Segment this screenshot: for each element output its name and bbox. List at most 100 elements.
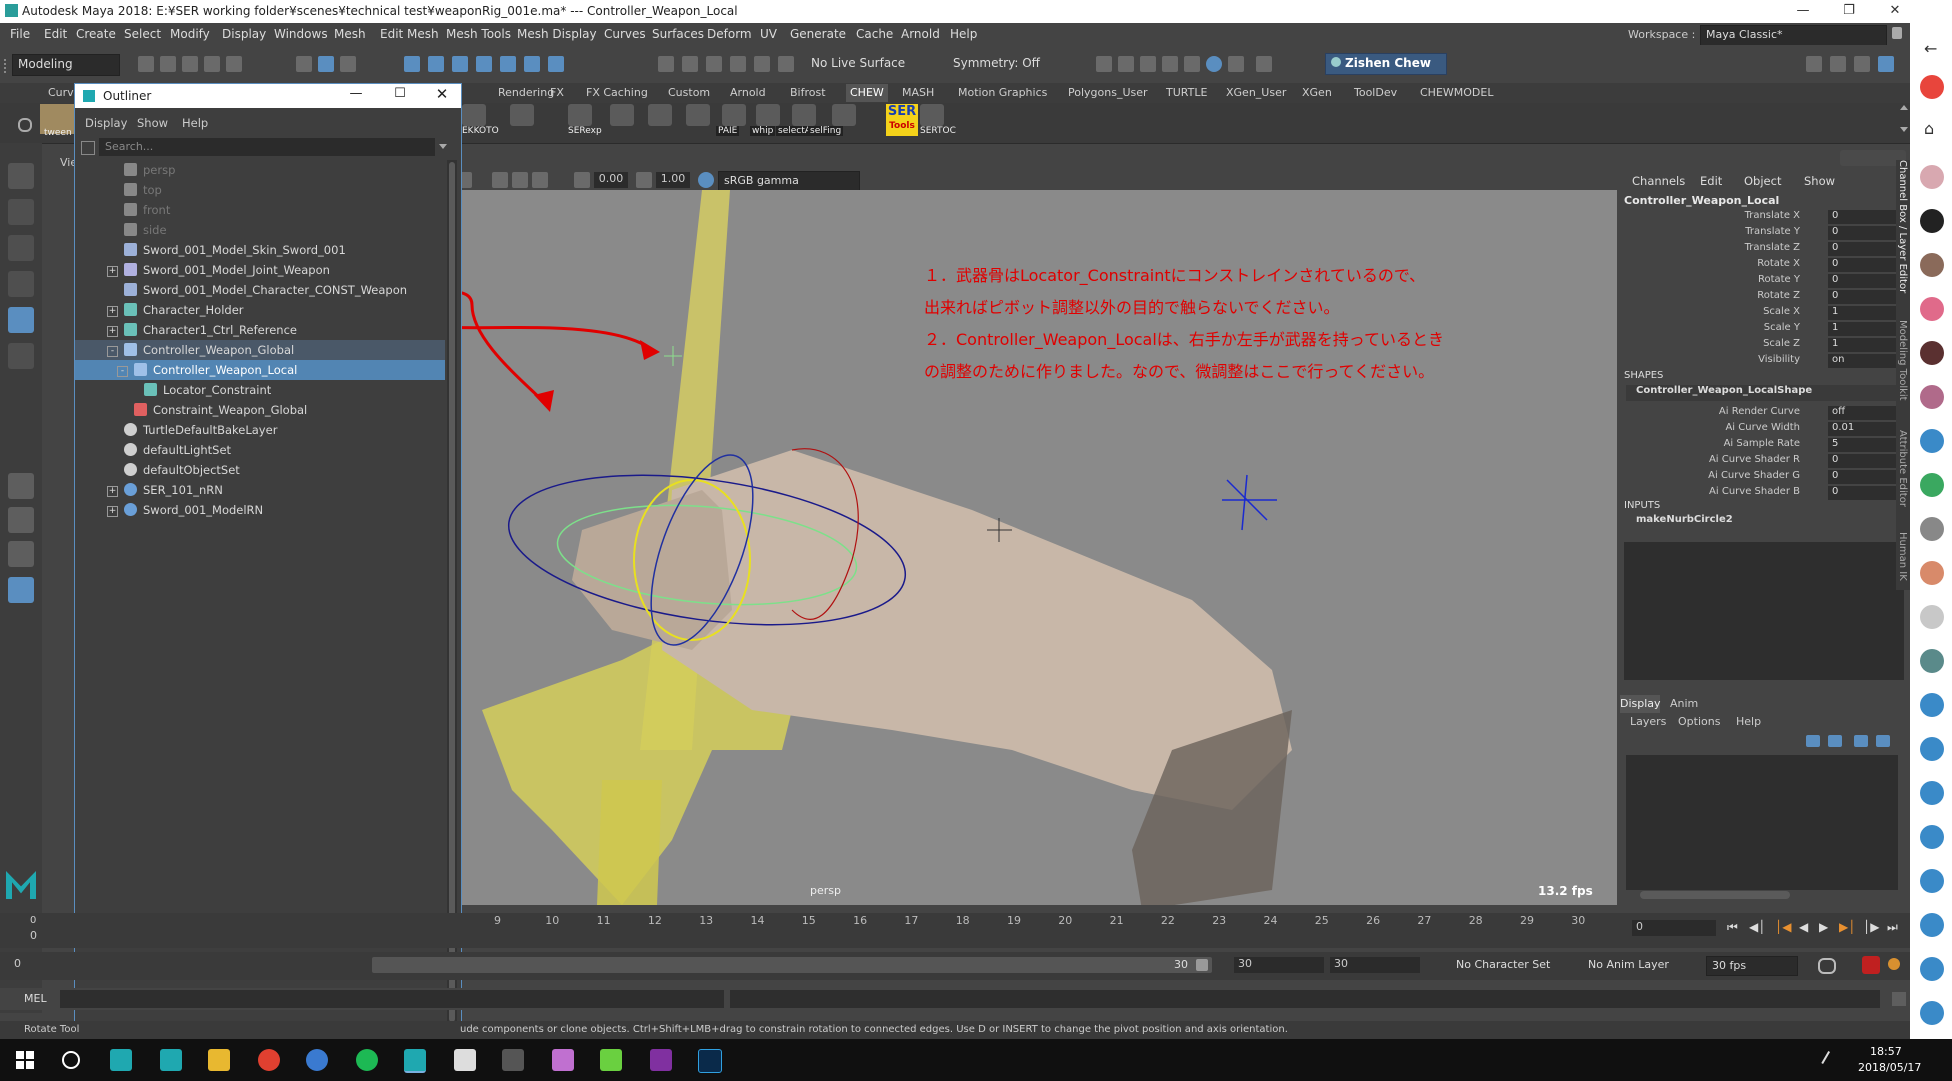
go-to-start-icon[interactable]: ⏮ <box>1727 920 1738 935</box>
search-icon[interactable] <box>62 1051 80 1069</box>
hypershade-icon[interactable] <box>1184 56 1200 72</box>
scale-tool-icon[interactable] <box>8 343 34 369</box>
sidebar-avatar-14[interactable] <box>1920 737 1944 761</box>
lasso-tool-icon[interactable] <box>8 199 34 225</box>
restore-button[interactable]: ❐ <box>1826 0 1872 23</box>
channel-value[interactable]: 1 <box>1828 306 1902 320</box>
xray-icon[interactable] <box>512 172 528 188</box>
live-surface-field[interactable]: No Live Surface <box>806 54 926 74</box>
outliner-scrollbar-thumb[interactable] <box>449 162 455 1022</box>
menu-modify[interactable]: Modify <box>170 27 210 41</box>
expand-toggle-icon[interactable]: - <box>117 366 128 377</box>
shelf-scroll-up-icon[interactable] <box>1900 105 1908 110</box>
shelf-tab-turtle[interactable]: TURTLE <box>1166 86 1207 99</box>
outliner-item[interactable]: - Controller_Weapon_Global <box>75 340 445 360</box>
play-backward-icon[interactable]: ◀ <box>1799 920 1808 934</box>
maya-taskbar-icon-1[interactable] <box>110 1049 132 1071</box>
exposure-icon[interactable] <box>574 172 590 188</box>
outliner-scrollbar[interactable] <box>447 160 457 1040</box>
channel-row[interactable]: Ai Sample Rate 5 <box>1620 438 1910 454</box>
layer-move-down-icon[interactable] <box>1828 735 1842 747</box>
shelf-tool-icon-6[interactable] <box>686 104 710 126</box>
outliner-item[interactable]: + Sword_001_ModelRN <box>75 500 445 520</box>
channel-row[interactable]: Ai Render Curve off <box>1620 406 1910 422</box>
range-start-field[interactable]: 0 <box>14 957 54 973</box>
select-component-icon[interactable] <box>340 56 356 72</box>
range-end-field[interactable]: 30 <box>1234 957 1324 973</box>
browser-icon[interactable] <box>306 1049 328 1071</box>
shelf-tab-tooldev[interactable]: ToolDev <box>1354 86 1397 99</box>
sidebar-app-logo-icon[interactable] <box>1920 75 1944 99</box>
snap-live-icon[interactable] <box>524 56 540 72</box>
snap-help-icon[interactable] <box>548 56 564 72</box>
file-explorer-icon[interactable] <box>208 1049 230 1071</box>
tab-attribute-editor[interactable]: Attribute Editor <box>1897 430 1908 507</box>
modeling-toolkit-icon[interactable] <box>1806 56 1822 72</box>
shelf-tab-custom[interactable]: Custom <box>668 86 710 99</box>
outliner-item[interactable]: TurtleDefaultBakeLayer <box>75 420 445 440</box>
outliner-item[interactable]: Locator_Constraint <box>75 380 445 400</box>
cb-menu-show[interactable]: Show <box>1804 174 1835 188</box>
menu-mesh-display[interactable]: Mesh Display <box>517 27 597 41</box>
shelf-tab-mash[interactable]: MASH <box>902 86 934 99</box>
current-frame-field[interactable]: 0 <box>1632 920 1716 936</box>
menu-curves[interactable]: Curves <box>604 27 646 41</box>
lock-icon[interactable] <box>1892 27 1902 39</box>
auto-key-icon[interactable] <box>1862 956 1880 974</box>
expand-toggle-icon[interactable]: + <box>107 326 118 337</box>
shelf-tool-icon-9[interactable] <box>792 104 816 126</box>
magnet-icon[interactable] <box>730 56 746 72</box>
uv-select-icon[interactable] <box>706 56 722 72</box>
outliner-item[interactable]: side <box>75 220 445 240</box>
channel-box-toggle-icon[interactable] <box>1878 56 1894 72</box>
cb-input-name[interactable]: makeNurbCircle2 <box>1636 514 1733 525</box>
channel-value[interactable]: 0 <box>1828 242 1902 256</box>
shelf-tool-icon-10[interactable] <box>832 104 856 126</box>
channel-row[interactable]: Rotate X 0 <box>1620 258 1910 274</box>
outliner-maximize-button[interactable]: ☐ <box>385 86 415 101</box>
sidebar-avatar-17[interactable] <box>1920 869 1944 893</box>
shelf-tab-bifrost[interactable]: Bifrost <box>790 86 826 99</box>
mel-label[interactable]: MEL <box>24 992 47 1005</box>
channel-value[interactable]: 0.01 <box>1828 422 1902 436</box>
save-scene-icon[interactable] <box>182 56 198 72</box>
select-tool-icon[interactable] <box>8 163 34 189</box>
shelf-settings-icon[interactable] <box>18 118 32 132</box>
color-space-dropdown[interactable]: sRGB gamma <box>718 171 860 191</box>
menu-select[interactable]: Select <box>124 27 161 41</box>
fps-dropdown[interactable]: 30 fps <box>1706 956 1798 976</box>
channel-value[interactable]: 0 <box>1828 274 1902 288</box>
range-end-field-2[interactable]: 30 <box>1330 957 1420 973</box>
chat-icon[interactable] <box>600 1049 622 1071</box>
shelf-tab-fx[interactable]: FX <box>550 86 564 99</box>
expand-toggle-icon[interactable]: + <box>107 506 118 517</box>
viewport-persp[interactable]: １．武器骨はLocator_Constraintにコンストレインされているので、… <box>372 190 1617 905</box>
sidebar-avatar-16[interactable] <box>1920 825 1944 849</box>
select-object-icon[interactable] <box>318 56 334 72</box>
menu-mesh[interactable]: Mesh <box>334 27 366 41</box>
cb-menu-object[interactable]: Object <box>1744 174 1781 188</box>
character-set-dropdown[interactable]: No Character Set <box>1456 958 1550 971</box>
tool-settings-icon[interactable] <box>1854 56 1870 72</box>
channel-row[interactable]: Rotate Y 0 <box>1620 274 1910 290</box>
symmetry-dropdown[interactable]: Symmetry: Off <box>948 54 1068 74</box>
layer-tab-display[interactable]: Display <box>1620 695 1661 713</box>
channel-row[interactable]: Translate X 0 <box>1620 210 1910 226</box>
sidebar-avatar-10[interactable] <box>1920 561 1944 585</box>
open-scene-icon[interactable] <box>160 56 176 72</box>
expand-toggle-icon[interactable]: - <box>107 346 118 357</box>
range-slider[interactable]: 30 <box>372 957 1212 973</box>
sidebar-back-icon[interactable]: ← <box>1924 39 1937 58</box>
onenote-icon[interactable] <box>650 1049 672 1071</box>
ipr-render-icon[interactable] <box>1140 56 1156 72</box>
tab-modeling-toolkit[interactable]: Modeling Toolkit <box>1897 320 1908 401</box>
outliner-item[interactable]: defaultObjectSet <box>75 460 445 480</box>
new-scene-icon[interactable] <box>138 56 154 72</box>
pivot-icon[interactable] <box>778 56 794 72</box>
cb-object-name[interactable]: Controller_Weapon_Local <box>1624 194 1779 207</box>
maya-active-icon[interactable] <box>404 1049 426 1073</box>
outliner-item[interactable]: front <box>75 200 445 220</box>
channel-value[interactable]: 1 <box>1828 322 1902 336</box>
two-pane-layout-icon[interactable] <box>8 541 34 567</box>
layer-tab-anim[interactable]: Anim <box>1670 695 1698 713</box>
